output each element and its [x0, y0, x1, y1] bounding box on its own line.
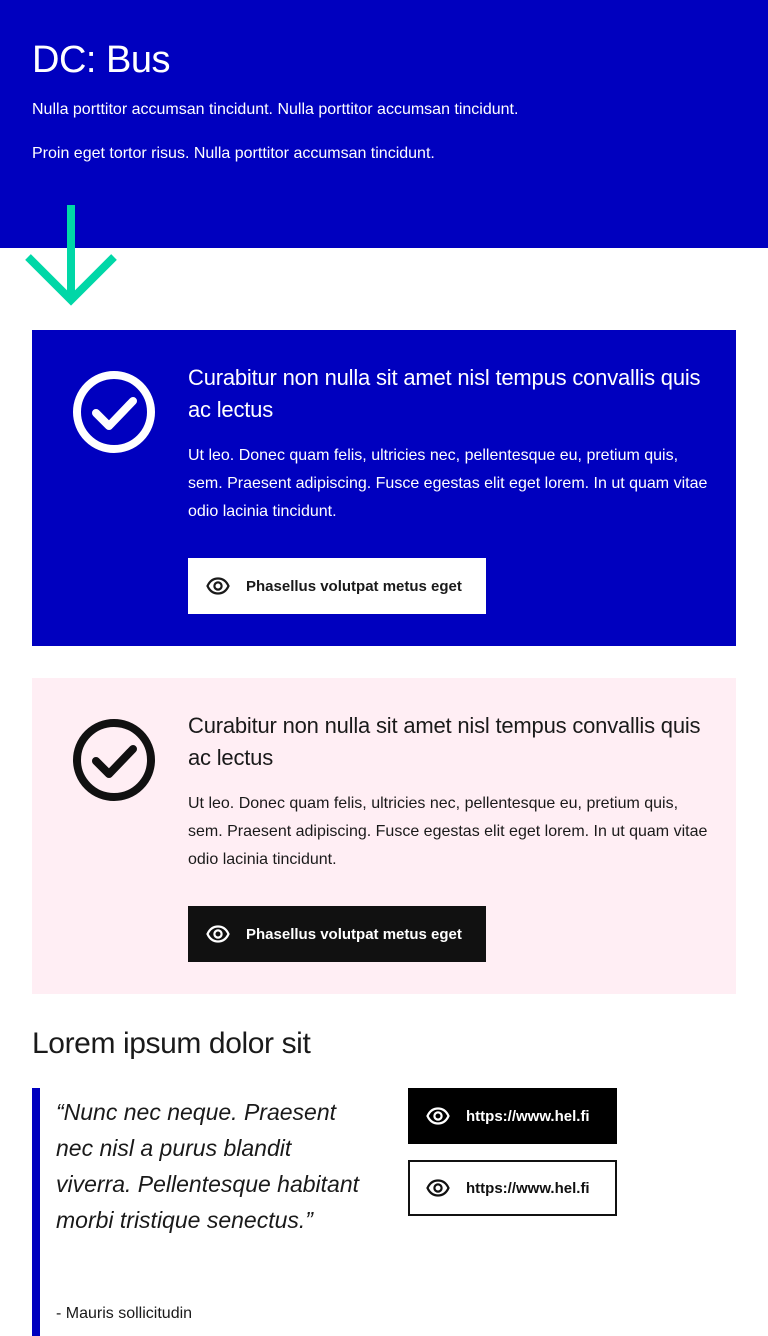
check-circle-icon — [73, 719, 155, 801]
card-action-label: Phasellus volutpat metus eget — [246, 925, 462, 943]
quote-author: - Mauris sollicitudin — [56, 1305, 193, 1322]
card-body: Ut leo. Donec quam felis, ultricies nec,… — [188, 447, 708, 520]
link-label: https://www.hel.fi — [466, 1107, 590, 1125]
hero-paragraph: Proin eget tortor risus. Nulla porttitor… — [32, 145, 435, 162]
quote-text: “Nunc nec neque. Praesent nec nisl a pur… — [56, 1099, 360, 1233]
eye-icon — [426, 1107, 450, 1125]
quote-accent-bar — [32, 1088, 40, 1336]
card-body: Ut leo. Donec quam felis, ultricies nec,… — [188, 795, 708, 868]
card-action-button[interactable]: Phasellus volutpat metus eget — [188, 906, 486, 962]
check-circle-icon — [73, 371, 155, 453]
card-title: Curabitur non nulla sit amet nisl tempus… — [188, 365, 701, 422]
hero-paragraph: Nulla porttitor accumsan tincidunt. Null… — [32, 101, 519, 118]
eye-icon — [206, 577, 230, 595]
card-title: Curabitur non nulla sit amet nisl tempus… — [188, 713, 701, 770]
arrow-down-icon — [25, 205, 117, 306]
eye-icon — [426, 1179, 450, 1197]
eye-icon — [206, 925, 230, 943]
link-button-filled[interactable]: https://www.hel.fi — [408, 1088, 617, 1144]
link-button-outline[interactable]: https://www.hel.fi — [408, 1160, 617, 1216]
card-action-label: Phasellus volutpat metus eget — [246, 577, 462, 595]
card-action-button[interactable]: Phasellus volutpat metus eget — [188, 558, 486, 614]
link-label: https://www.hel.fi — [466, 1179, 590, 1197]
page-title: DC: Bus — [32, 39, 170, 81]
info-card-pink: Curabitur non nulla sit amet nisl tempus… — [32, 678, 736, 994]
section-title: Lorem ipsum dolor sit — [32, 1027, 311, 1060]
info-card-blue: Curabitur non nulla sit amet nisl tempus… — [32, 330, 736, 646]
